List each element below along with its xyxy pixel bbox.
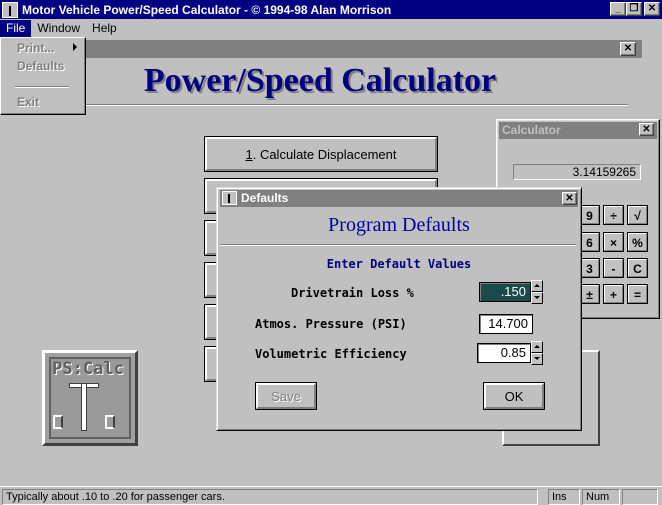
calculator-display: 3.14159265	[513, 164, 641, 180]
calculator-close-button[interactable]: ✕	[639, 123, 654, 136]
menu-item-print[interactable]: Print...	[17, 41, 54, 55]
drivetrain-loss-spinner[interactable]	[531, 280, 543, 304]
app-titlebar[interactable]: Motor Vehicle Power/Speed Calculator - ©…	[0, 0, 662, 19]
calc-key-percent[interactable]: %	[627, 232, 648, 252]
status-ins: Ins	[548, 489, 580, 505]
volumetric-efficiency-spinner[interactable]	[531, 341, 543, 365]
drivetrain-loss-label: Drivetrain Loss %	[291, 286, 414, 300]
calc-key-3[interactable]: 3	[579, 258, 600, 278]
close-button[interactable]: ✕	[644, 2, 660, 16]
atmos-pressure-label: Atmos. Pressure (PSI)	[255, 317, 407, 331]
calculator-title: Calculator	[499, 122, 657, 139]
calc-key-6[interactable]: 6	[579, 232, 600, 252]
ps-calc-logo: PS:Calc	[42, 350, 138, 446]
volumetric-efficiency-field[interactable]: 0.85	[477, 343, 531, 363]
save-button[interactable]: Save	[255, 382, 317, 410]
button-label: . Calculate Displacement	[252, 146, 397, 162]
status-message: Typically about .10 to .20 for passenger…	[2, 489, 538, 505]
button-accelerator: 1	[245, 146, 253, 162]
menu-item-defaults[interactable]: Defaults	[17, 59, 64, 73]
drivetrain-loss-field[interactable]: .150	[479, 282, 531, 302]
dialog-app-icon	[222, 191, 237, 205]
child-close-button[interactable]: ✕	[620, 42, 636, 56]
menu-help[interactable]: Help	[86, 20, 123, 37]
atmos-pressure-field[interactable]: 14.700	[479, 314, 533, 334]
menu-file[interactable]: File	[0, 20, 32, 37]
calc-key-minus[interactable]: -	[603, 258, 624, 278]
spin-up-icon[interactable]	[531, 341, 543, 353]
spin-down-icon[interactable]	[531, 353, 543, 365]
dialog-subheading: Enter Default Values	[326, 257, 472, 271]
submenu-arrow-icon	[73, 43, 77, 51]
defaults-dialog[interactable]: Defaults ✕ Program Defaults Enter Defaul…	[216, 187, 582, 431]
menu-item-exit[interactable]: Exit	[17, 95, 39, 109]
calculate-displacement-button[interactable]: 1. Calculate Displacement	[204, 136, 438, 172]
page-title: Power/Speed Calculator	[143, 62, 497, 99]
status-extra	[622, 489, 658, 505]
minimize-button[interactable]: _	[610, 2, 626, 16]
dialog-title: Defaults	[220, 190, 578, 207]
file-dropdown-menu: Print... Defaults Exit	[0, 37, 86, 115]
menu-separator	[15, 86, 69, 88]
status-num: Num	[582, 489, 620, 505]
dialog-divider	[220, 244, 576, 246]
menu-window[interactable]: Window	[31, 20, 86, 37]
calc-key-plus[interactable]: +	[603, 284, 624, 304]
title-divider	[10, 104, 628, 106]
calc-key-plusminus[interactable]: ±	[579, 284, 600, 304]
child-titlebar	[0, 40, 642, 58]
dialog-close-button[interactable]: ✕	[562, 192, 577, 205]
dialog-heading: Program Defaults	[328, 214, 470, 236]
ok-button[interactable]: OK	[483, 382, 545, 410]
calc-key-equals[interactable]: =	[627, 284, 648, 304]
calc-key-multiply[interactable]: ×	[603, 232, 624, 252]
app-title: Motor Vehicle Power/Speed Calculator - ©…	[22, 2, 392, 17]
restore-button[interactable]: ❐	[626, 2, 642, 16]
spin-up-icon[interactable]	[531, 280, 543, 292]
statusbar: Typically about .10 to .20 for passenger…	[0, 486, 662, 505]
calc-key-divide[interactable]: ÷	[603, 205, 624, 225]
calc-key-sqrt[interactable]: √	[627, 205, 648, 225]
calc-key-9[interactable]: 9	[579, 205, 600, 225]
spin-down-icon[interactable]	[531, 292, 543, 304]
app-icon[interactable]	[2, 1, 18, 18]
logo-text: PS:Calc	[52, 359, 124, 379]
volumetric-efficiency-label: Volumetric Efficiency	[255, 347, 407, 361]
menubar: File Window Help	[0, 19, 662, 38]
calc-key-clear[interactable]: C	[627, 258, 648, 278]
